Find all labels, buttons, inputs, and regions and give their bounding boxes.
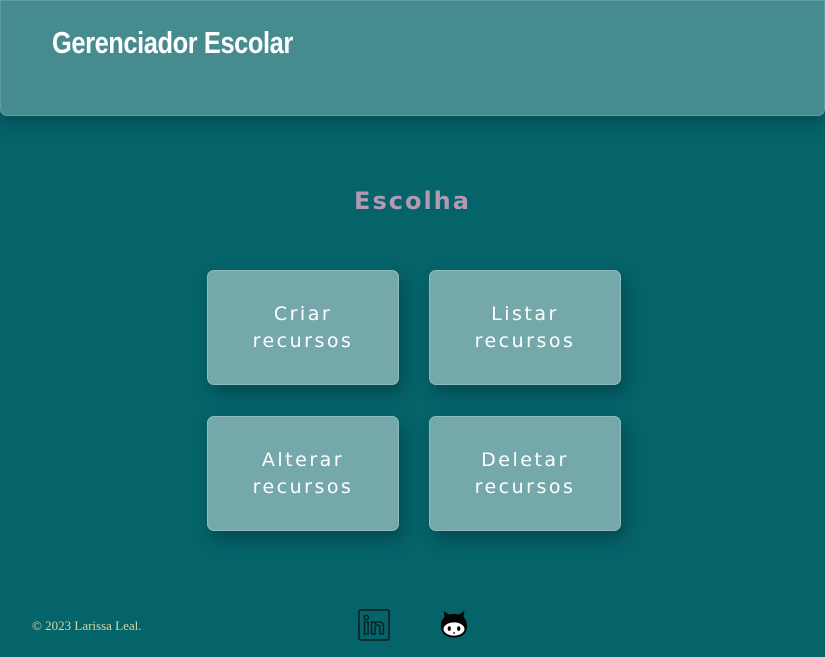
app-title: Gerenciador Escolar (52, 25, 293, 60)
github-icon (441, 611, 467, 638)
delete-resources-button[interactable]: Deletar recursos (429, 416, 621, 531)
update-resources-label-1: Alterar (261, 448, 345, 471)
list-resources-button[interactable]: Listar recursos (429, 270, 621, 385)
linkedin-icon (358, 609, 390, 641)
list-resources-label-2: recursos (474, 329, 576, 352)
create-resources-label-2: recursos (252, 329, 354, 352)
app-header: Gerenciador Escolar (0, 0, 825, 116)
copyright-text: © 2023 Larissa Leal. (32, 618, 142, 633)
choose-heading: Escolha (354, 187, 471, 215)
create-resources-button[interactable]: Criar recursos (207, 270, 399, 385)
list-resources-label-1: Listar (491, 302, 559, 325)
delete-resources-label-2: recursos (474, 475, 576, 498)
github-link[interactable] (438, 609, 470, 641)
update-resources-label-2: recursos (252, 475, 354, 498)
create-resources-label-1: Criar (273, 302, 333, 325)
linkedin-link[interactable] (358, 609, 390, 641)
delete-resources-label-1: Deletar (481, 448, 569, 471)
actions-grid: Criar recursos Listar recursos Alterar r… (207, 270, 621, 531)
update-resources-button[interactable]: Alterar recursos (207, 416, 399, 531)
